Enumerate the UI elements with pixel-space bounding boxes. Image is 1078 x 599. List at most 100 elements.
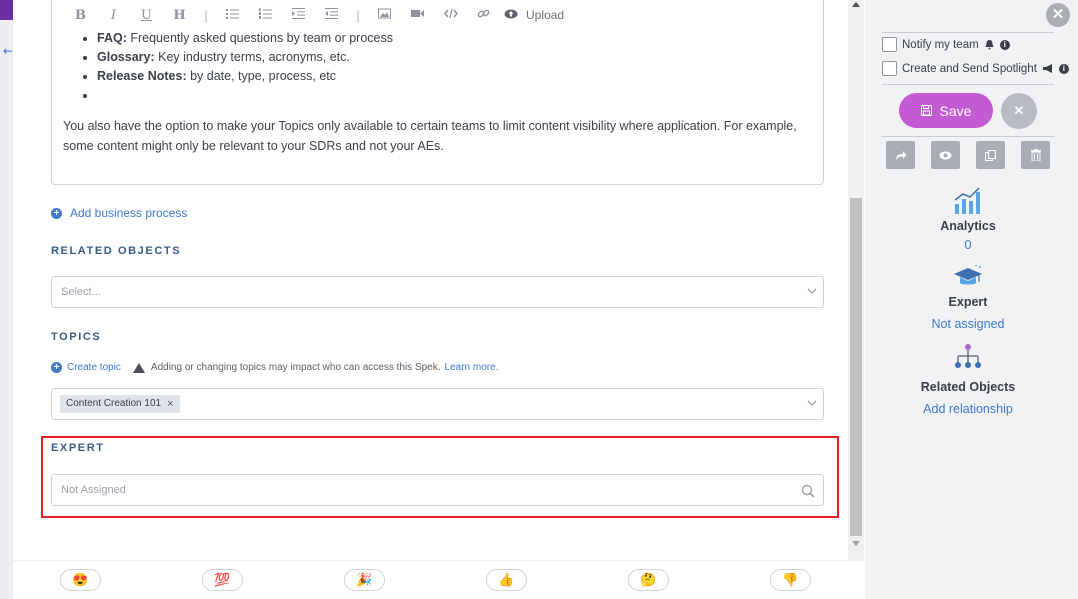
trash-icon (1030, 149, 1041, 161)
chevron-down-icon (807, 288, 817, 294)
toolbar-divider: | (356, 7, 360, 23)
related-objects-section: Related Objects Add relationship (882, 343, 1054, 416)
add-business-process-label: Add business process (70, 206, 188, 220)
heading-icon[interactable]: H (163, 8, 196, 23)
related-objects-placeholder: Select... (61, 286, 101, 298)
remove-chip-icon[interactable]: × (167, 395, 173, 413)
related-objects-label: RELATED OBJECTS (51, 245, 182, 257)
topic-chip-label: Content Creation 101 (66, 398, 162, 409)
code-icon[interactable] (434, 8, 467, 23)
reaction-thinking[interactable]: 🤔 (628, 569, 669, 591)
save-button[interactable]: Save (899, 93, 993, 128)
info-icon[interactable]: i (999, 39, 1010, 50)
topics-label: TOPICS (51, 331, 102, 343)
indent-icon[interactable] (282, 7, 315, 23)
outdent-icon[interactable] (315, 7, 348, 23)
topics-warning-text: Adding or changing topics may impact who… (150, 362, 441, 373)
list-item: FAQ: Frequently asked questions by team … (97, 29, 393, 48)
bold-icon[interactable]: B (64, 8, 97, 23)
panel-divider (882, 136, 1054, 137)
scroll-down-arrow-icon[interactable] (852, 541, 860, 546)
scroll-up-arrow-icon[interactable] (852, 2, 860, 7)
close-modal-icon[interactable]: ✕ (1046, 3, 1070, 27)
reaction-thumbs-down[interactable]: 👎 (770, 569, 811, 591)
expert-placeholder: Not Assigned (61, 484, 126, 496)
editor-paragraph: You also have the option to make your To… (63, 119, 797, 153)
expert-search-field[interactable]: Not Assigned (51, 474, 824, 506)
info-icon[interactable]: i (1058, 63, 1069, 74)
analytics-section: Analytics 0 (882, 186, 1054, 252)
spotlight-checkbox[interactable] (882, 61, 897, 76)
related-objects-select[interactable]: Select... (51, 276, 824, 308)
chevron-down-icon (807, 400, 817, 406)
preview-button[interactable] (931, 141, 960, 169)
page: ← B I U H | | Upload • FAQ: Frequently a… (0, 0, 1078, 599)
back-arrow-icon[interactable]: ← (3, 44, 13, 58)
expert-value[interactable]: Not assigned (882, 317, 1054, 331)
italic-icon[interactable]: I (97, 8, 130, 23)
topics-select[interactable]: Content Creation 101 × (51, 388, 824, 420)
add-business-process-link[interactable]: + Add business process (51, 206, 187, 220)
notify-team-row[interactable]: Notify my team i (882, 37, 1010, 52)
spek-editor-modal: B I U H | | Upload • FAQ: Frequently ask… (13, 0, 848, 560)
editor-bullet-list: FAQ: Frequently asked questions by team … (97, 29, 393, 105)
panel-divider (882, 84, 1054, 85)
bullet-list-icon[interactable] (216, 8, 249, 23)
video-icon[interactable] (401, 8, 434, 23)
expert-label: EXPERT (51, 442, 105, 454)
bell-icon (985, 40, 994, 50)
notify-team-checkbox[interactable] (882, 37, 897, 52)
topic-chip: Content Creation 101 × (60, 395, 180, 413)
list-item: Glossary: Key industry terms, acronyms, … (97, 48, 393, 67)
rich-text-editor[interactable]: B I U H | | Upload • FAQ: Frequently ask… (51, 0, 824, 185)
save-button-label: Save (939, 102, 972, 119)
right-side-panel: ✕ Notify my team i Create and Send Spotl… (865, 0, 1078, 599)
plus-circle-icon: + (51, 362, 62, 373)
image-icon[interactable] (368, 8, 401, 23)
copy-icon (985, 149, 996, 161)
related-objects-title: Related Objects (920, 380, 1016, 394)
link-icon[interactable] (467, 7, 500, 24)
graduation-cap-icon (954, 264, 982, 285)
topics-action-row: + Create topic Adding or changing topics… (51, 362, 498, 373)
editor-toolbar: B I U H | | Upload (64, 4, 564, 26)
org-tree-icon (955, 344, 981, 368)
notify-team-label: Notify my team (902, 38, 979, 51)
reaction-party[interactable]: 🎉 (344, 569, 385, 591)
underline-icon[interactable]: U (130, 8, 163, 23)
reaction-thumbs-up[interactable]: 👍 (486, 569, 527, 591)
search-icon (801, 484, 815, 498)
reaction-heart-eyes[interactable]: 😍 (60, 569, 101, 591)
backdrop-header (0, 0, 13, 20)
learn-more-link[interactable]: Learn more. (445, 362, 499, 373)
vertical-scrollbar[interactable] (848, 0, 864, 560)
analytics-value[interactable]: 0 (882, 238, 1054, 252)
analytics-title: Analytics (940, 219, 996, 233)
cancel-button[interactable]: ✕ (1001, 93, 1037, 129)
list-item (97, 86, 393, 105)
spotlight-row[interactable]: Create and Send Spotlight i (882, 61, 1069, 76)
list-item: Release Notes: by date, type, process, e… (97, 67, 393, 86)
create-topic-link[interactable]: + Create topic (51, 362, 121, 373)
reaction-hundred[interactable]: 💯 (202, 569, 243, 591)
plus-circle-icon: + (51, 207, 62, 219)
megaphone-icon (1042, 64, 1052, 73)
panel-divider (882, 32, 1054, 33)
upload-label[interactable]: Upload (526, 8, 564, 22)
scrollbar-thumb[interactable] (850, 198, 862, 536)
add-relationship-link[interactable]: Add relationship (882, 402, 1054, 416)
duplicate-button[interactable] (976, 141, 1005, 169)
floppy-disk-icon (920, 105, 932, 116)
toolbar-divider: | (204, 7, 208, 23)
warning-icon (132, 362, 145, 373)
numbered-list-icon[interactable] (249, 7, 282, 23)
expert-section: Expert Not assigned (882, 264, 1054, 331)
cloud-upload-icon[interactable] (500, 8, 522, 23)
delete-button[interactable] (1021, 141, 1050, 169)
spotlight-label: Create and Send Spotlight (902, 62, 1037, 75)
backdrop-strip: ← (0, 0, 13, 599)
analytics-chart-icon (954, 187, 980, 214)
eye-icon (939, 151, 952, 159)
share-button[interactable] (886, 141, 915, 169)
share-arrow-icon (895, 150, 906, 160)
